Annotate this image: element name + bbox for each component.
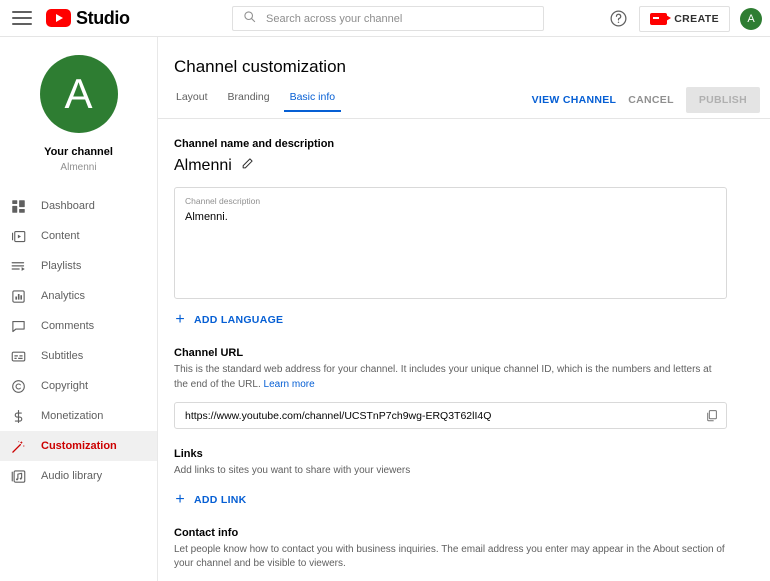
channel-name-row: Almenni: [174, 157, 754, 175]
sidebar-item-label: Customization: [41, 440, 117, 452]
channel-description-value: Almenni.: [185, 211, 228, 223]
channel-url-description-text: This is the standard web address for you…: [174, 364, 712, 390]
playlists-icon: [11, 259, 33, 274]
sidebar-item-label: Subtitles: [41, 350, 84, 362]
copy-icon[interactable]: [705, 409, 718, 422]
search-input[interactable]: [266, 12, 526, 25]
tab-layout[interactable]: Layout: [174, 91, 210, 112]
sidebar-item-playlists[interactable]: Playlists: [0, 251, 157, 281]
dashboard-icon: [11, 199, 33, 214]
sidebar-item-audio-library[interactable]: Audio library: [0, 461, 157, 491]
add-link-label: ADD LINK: [194, 493, 247, 506]
video-camera-icon: [650, 12, 672, 25]
top-bar-actions: CREATE A: [609, 0, 762, 37]
studio-wordmark: Studio: [76, 7, 130, 28]
add-link-button[interactable]: + ADD LINK: [174, 490, 247, 508]
avatar[interactable]: A: [39, 55, 118, 133]
youtube-logo-icon: [46, 9, 71, 27]
sidebar-item-comments[interactable]: Comments: [0, 311, 157, 341]
learn-more-link[interactable]: Learn more: [264, 379, 315, 390]
pencil-icon[interactable]: [241, 157, 254, 175]
contact-info-description: Let people know how to contact you with …: [174, 543, 725, 570]
links-section-title: Links: [174, 448, 203, 460]
add-language-button[interactable]: + ADD LANGUAGE: [174, 312, 283, 328]
sidebar-item-customization[interactable]: Customization: [0, 431, 157, 461]
basic-info-panel: Channel name and description Almenni Cha…: [158, 138, 770, 581]
page-title: Channel customization: [174, 57, 346, 76]
sidebar-nav: Dashboard Content Playlists Analytics Co…: [0, 191, 157, 491]
channel-description-label: Channel description: [185, 196, 261, 206]
sidebar-item-label: Monetization: [41, 410, 104, 422]
main-content: Channel customization Layout Branding Ba…: [158, 37, 770, 581]
search-bar[interactable]: [232, 6, 544, 31]
add-language-label: ADD LANGUAGE: [194, 314, 284, 326]
sidebar-item-analytics[interactable]: Analytics: [0, 281, 157, 311]
channel-description-field[interactable]: Channel description Almenni.: [174, 187, 727, 299]
music-note-icon: [11, 469, 33, 484]
your-channel-label: Your channel: [44, 146, 113, 158]
tab-bar: Layout Branding Basic info VIEW CHANNEL …: [158, 87, 770, 119]
tab-branding[interactable]: Branding: [226, 91, 272, 112]
tab-basic-info[interactable]: Basic info: [283, 91, 341, 112]
create-button-label: CREATE: [674, 12, 719, 25]
sidebar-item-subtitles[interactable]: Subtitles: [0, 341, 157, 371]
sidebar-item-label: Playlists: [41, 260, 82, 272]
help-circle-icon[interactable]: [609, 9, 629, 29]
content-video-icon: [11, 229, 33, 244]
sidebar-item-label: Content: [41, 230, 80, 242]
sidebar-item-content[interactable]: Content: [0, 221, 157, 251]
view-channel-button[interactable]: VIEW CHANNEL: [532, 94, 617, 106]
sidebar-channel-name: Almenni: [60, 162, 97, 173]
cancel-button[interactable]: CANCEL: [628, 94, 674, 106]
sidebar-item-dashboard[interactable]: Dashboard: [0, 191, 157, 221]
channel-url-field[interactable]: https://www.youtube.com/channel/UCSTnP7c…: [174, 402, 727, 429]
hamburger-icon[interactable]: [12, 11, 32, 25]
channel-name-section-title: Channel name and description: [174, 138, 335, 150]
sidebar-item-copyright[interactable]: Copyright: [0, 371, 157, 401]
channel-url-description: This is the standard web address for you…: [174, 363, 726, 392]
account-avatar[interactable]: A: [740, 7, 762, 30]
copyright-icon: [11, 379, 33, 394]
create-button[interactable]: CREATE: [639, 5, 730, 32]
publish-button[interactable]: PUBLISH: [685, 87, 760, 113]
sidebar-item-label: Analytics: [41, 290, 86, 302]
analytics-bar-icon: [11, 289, 33, 304]
plus-icon: +: [175, 311, 185, 328]
dollar-icon: [11, 409, 33, 424]
channel-summary: A Your channel Almenni: [0, 37, 157, 173]
channel-url-value: https://www.youtube.com/channel/UCSTnP7c…: [185, 409, 492, 422]
sidebar-item-monetization[interactable]: Monetization: [0, 401, 157, 431]
sidebar: A Your channel Almenni Dashboard Content: [0, 37, 158, 581]
sidebar-item-label: Dashboard: [41, 200, 95, 212]
youtube-studio-logo[interactable]: Studio: [46, 8, 130, 29]
comments-icon: [11, 319, 33, 334]
plus-icon: +: [175, 490, 185, 508]
sidebar-item-label: Copyright: [41, 380, 89, 392]
top-bar: Studio CREATE A: [0, 0, 770, 37]
contact-info-section-title: Contact info: [174, 526, 239, 539]
channel-url-section-title: Channel URL: [174, 347, 244, 359]
header-actions: VIEW CHANNEL CANCEL PUBLISH: [532, 87, 760, 113]
links-section-description: Add links to sites you want to share wit…: [174, 465, 411, 476]
sidebar-item-label: Comments: [41, 320, 95, 332]
sidebar-item-label: Audio library: [41, 470, 103, 482]
magic-wand-icon: [11, 439, 33, 454]
channel-name-value: Almenni: [174, 157, 232, 174]
search-icon: [243, 10, 256, 28]
subtitles-icon: [11, 349, 33, 364]
